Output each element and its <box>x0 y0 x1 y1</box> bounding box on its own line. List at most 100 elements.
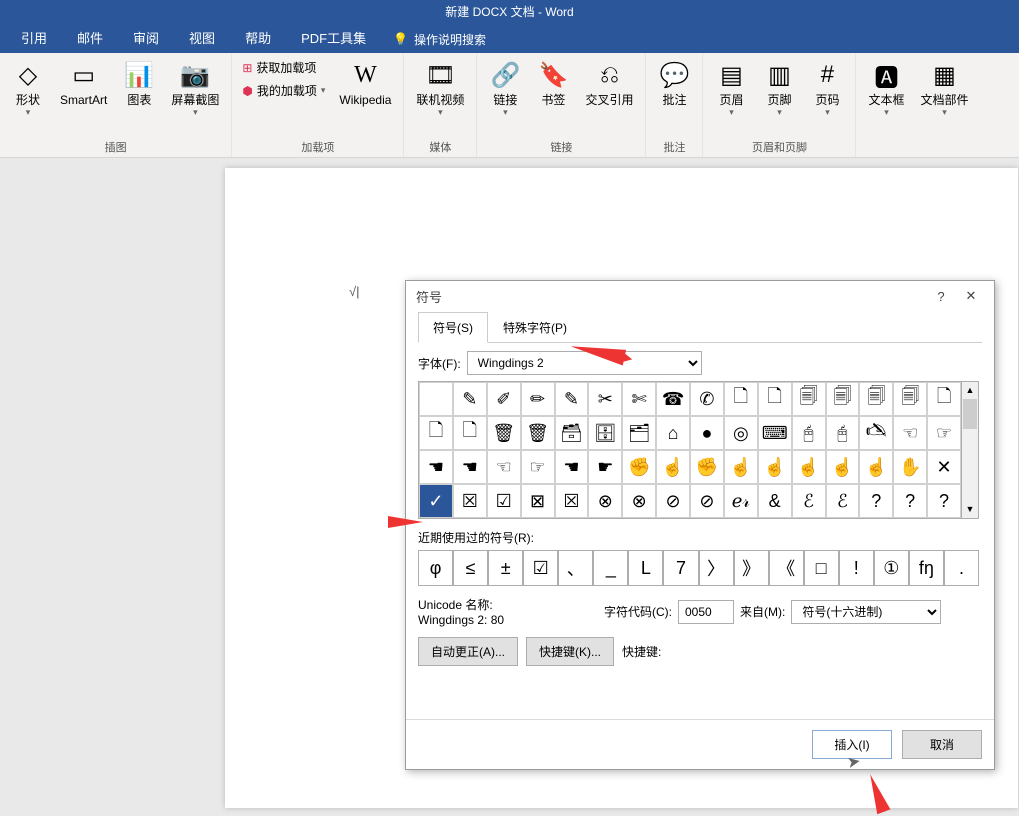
recent-symbol-cell[interactable]: 〉 <box>699 550 734 586</box>
symbol-cell[interactable]: ℰ <box>792 484 826 518</box>
symbol-cell[interactable]: ✂ <box>588 382 622 416</box>
symbol-cell[interactable]: 🗋 <box>758 382 792 416</box>
scroll-thumb[interactable] <box>963 399 977 429</box>
symbol-cell[interactable]: 🗐 <box>826 382 860 416</box>
symbol-cell[interactable]: 🗐 <box>792 382 826 416</box>
symbol-cell[interactable]: ? <box>859 484 893 518</box>
shapes-button[interactable]: ◇ 形状 <box>4 55 52 122</box>
footer-button[interactable]: ▥ 页脚 <box>755 55 803 122</box>
charcode-input[interactable] <box>678 600 734 624</box>
scroll-down-icon[interactable]: ▼ <box>962 501 978 518</box>
recent-symbol-cell[interactable]: φ <box>418 550 453 586</box>
grid-scrollbar[interactable]: ▲ ▼ <box>962 381 979 519</box>
tab-pdf-tools[interactable]: PDF工具集 <box>286 25 381 53</box>
symbol-cell[interactable]: ℯ𝓇 <box>724 484 758 518</box>
recent-symbol-cell[interactable]: fŋ <box>909 550 944 586</box>
close-button[interactable]: ✕ <box>956 288 986 304</box>
symbol-cell[interactable]: ☝ <box>656 450 690 484</box>
recent-symbol-cell[interactable]: ! <box>839 550 874 586</box>
symbol-cell[interactable]: ✄ <box>622 382 656 416</box>
pagenum-button[interactable]: # 页码 <box>803 55 851 122</box>
symbol-cell[interactable]: ☝ <box>724 450 758 484</box>
get-addins[interactable]: ⊞获取加载项 <box>242 59 325 76</box>
symbol-cell[interactable]: ✎ <box>555 382 589 416</box>
symbol-cell[interactable]: ✎ <box>453 382 487 416</box>
symbol-cell[interactable]: ● <box>690 416 724 450</box>
my-addins[interactable]: ⬢我的加载项 <box>242 82 325 99</box>
symbol-cell[interactable]: ☞ <box>521 450 555 484</box>
symbol-cell[interactable]: ℰ <box>826 484 860 518</box>
wikipedia-button[interactable]: W Wikipedia <box>331 55 399 111</box>
symbol-cell[interactable]: ⊘ <box>690 484 724 518</box>
parts-button[interactable]: ▦ 文档部件 <box>912 55 976 122</box>
symbol-cell[interactable]: ☑ <box>487 484 521 518</box>
symbol-cell[interactable]: ☚ <box>555 450 589 484</box>
symbol-cell[interactable]: 🗃 <box>555 416 589 450</box>
symbol-cell[interactable]: ⊗ <box>622 484 656 518</box>
smartart-button[interactable]: ▭ SmartArt <box>52 55 115 111</box>
recent-symbol-cell[interactable]: 、 <box>558 550 593 586</box>
recent-symbol-cell[interactable]: ≤ <box>453 550 488 586</box>
recent-symbol-cell[interactable]: 》 <box>734 550 769 586</box>
symbol-cell[interactable] <box>419 382 453 416</box>
symbol-cell[interactable]: 🗋 <box>453 416 487 450</box>
screenshot-button[interactable]: 📷 屏幕截图 <box>163 55 227 122</box>
shortcut-button[interactable]: 快捷键(K)... <box>526 637 614 666</box>
symbol-cell[interactable]: ✊ <box>622 450 656 484</box>
symbol-cell[interactable]: ✏ <box>521 382 555 416</box>
recent-symbol-cell[interactable]: 《 <box>769 550 804 586</box>
symbol-cell[interactable]: ✋ <box>893 450 927 484</box>
symbol-cell[interactable]: ☜ <box>487 450 521 484</box>
symbol-cell[interactable]: ☞ <box>927 416 961 450</box>
symbol-cell[interactable]: ? <box>927 484 961 518</box>
tell-me[interactable]: 操作说明搜索 <box>393 31 486 48</box>
symbol-cell[interactable]: ⌂ <box>656 416 690 450</box>
symbol-cell[interactable]: 🖰 <box>826 416 860 450</box>
recent-symbol-cell[interactable]: ± <box>488 550 523 586</box>
scroll-up-icon[interactable]: ▲ <box>962 382 978 399</box>
tab-help[interactable]: 帮助 <box>230 25 286 53</box>
symbol-cell[interactable]: ☒ <box>555 484 589 518</box>
tab-view[interactable]: 视图 <box>174 25 230 53</box>
recent-symbol-cell[interactable]: L <box>628 550 663 586</box>
symbol-cell[interactable]: ✕ <box>927 450 961 484</box>
symbol-cell[interactable]: ☚ <box>453 450 487 484</box>
tab-symbols[interactable]: 符号(S) <box>418 312 488 343</box>
symbol-cell[interactable]: ✐ <box>487 382 521 416</box>
tab-special[interactable]: 特殊字符(P) <box>488 312 582 343</box>
online-video-button[interactable]: 🎞 联机视频 <box>408 55 472 122</box>
recent-symbol-cell[interactable]: □ <box>804 550 839 586</box>
font-select[interactable]: Wingdings 2 <box>467 351 702 375</box>
recent-symbol-cell[interactable]: _ <box>593 550 628 586</box>
comment-button[interactable]: 💬 批注 <box>650 55 698 111</box>
symbol-cell[interactable]: ◎ <box>724 416 758 450</box>
symbol-cell[interactable]: 🗂 <box>622 416 656 450</box>
help-button[interactable]: ? <box>926 289 956 304</box>
symbol-cell[interactable]: ⌨ <box>758 416 792 450</box>
symbol-cell[interactable]: ☝ <box>758 450 792 484</box>
symbol-cell[interactable]: ✊ <box>690 450 724 484</box>
symbol-cell[interactable]: ✓ <box>419 484 453 518</box>
symbol-cell[interactable]: 🗋 <box>419 416 453 450</box>
symbol-cell[interactable]: ☝ <box>859 450 893 484</box>
symbol-cell[interactable]: ☜ <box>893 416 927 450</box>
symbol-cell[interactable]: ☝ <box>826 450 860 484</box>
link-button[interactable]: 🔗 链接 <box>481 55 529 122</box>
tab-references[interactable]: 引用 <box>6 25 62 53</box>
bookmark-button[interactable]: 🔖 书签 <box>529 55 577 111</box>
recent-symbol-cell[interactable]: ☑ <box>523 550 558 586</box>
symbol-cell[interactable]: ⊘ <box>656 484 690 518</box>
symbol-cell[interactable]: 🗐 <box>893 382 927 416</box>
header-button[interactable]: ▤ 页眉 <box>707 55 755 122</box>
insert-button[interactable]: 插入(I) <box>812 730 892 759</box>
textbox-button[interactable]: 🅰 文本框 <box>860 55 912 122</box>
from-select[interactable]: 符号(十六进制) <box>791 600 941 624</box>
symbol-cell[interactable]: & <box>758 484 792 518</box>
crossref-button[interactable]: ⎌ 交叉引用 <box>577 55 641 111</box>
symbol-cell[interactable]: 🗄 <box>588 416 622 450</box>
symbol-cell[interactable]: 🗑 <box>521 416 555 450</box>
symbol-cell[interactable]: 🖎 <box>859 416 893 450</box>
chart-button[interactable]: 📊 图表 <box>115 55 163 111</box>
symbol-cell[interactable]: ☒ <box>453 484 487 518</box>
recent-symbol-cell[interactable]: . <box>944 550 979 586</box>
